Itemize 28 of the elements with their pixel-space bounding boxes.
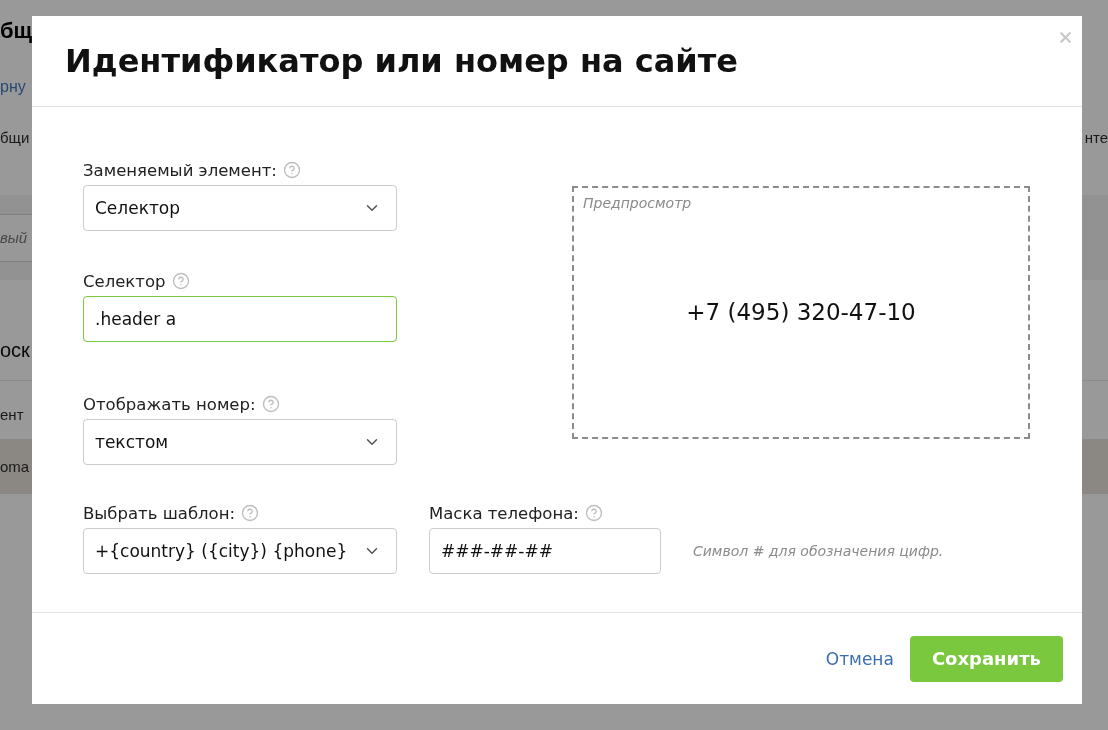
field-label: Селектор [83, 271, 166, 291]
field-label: Заменяемый элемент: [83, 160, 277, 180]
hint-text: Символ # для обозначения цифр. [693, 543, 944, 559]
select-field[interactable]: текстом [83, 419, 397, 465]
help-icon[interactable] [584, 504, 603, 522]
help-icon[interactable] [241, 504, 260, 522]
text-field[interactable]: ###-##-## [429, 528, 661, 574]
select-field[interactable]: Селектор [83, 185, 397, 231]
close-button[interactable] [1057, 29, 1074, 46]
phone-number: +7 (495) 320-47-10 [686, 299, 916, 325]
page-heading: бщ [0, 18, 33, 44]
page-heading: оск [0, 338, 30, 362]
page-text: нте [1084, 128, 1108, 146]
field-label: Отображать номер: [83, 394, 256, 414]
help-icon[interactable] [282, 161, 301, 179]
dialog-title: Идентификатор или номер на сайте [65, 42, 738, 80]
select-field[interactable]: +{country} ({city}) {phone} [83, 528, 397, 574]
cancel-link[interactable]: Отмена [825, 648, 894, 669]
help-icon[interactable] [171, 272, 190, 290]
field-label: Выбрать шаблон: [83, 503, 236, 523]
page-text: oma [0, 458, 30, 475]
field-label: Маска телефона: [429, 503, 579, 523]
page-text: ент [0, 405, 24, 423]
close-icon [1057, 29, 1074, 46]
page-text: бщи [0, 128, 30, 146]
text-field[interactable]: .header a [83, 296, 397, 342]
preview-caption: Предпросмотр [583, 195, 692, 211]
help-icon[interactable] [261, 395, 280, 413]
